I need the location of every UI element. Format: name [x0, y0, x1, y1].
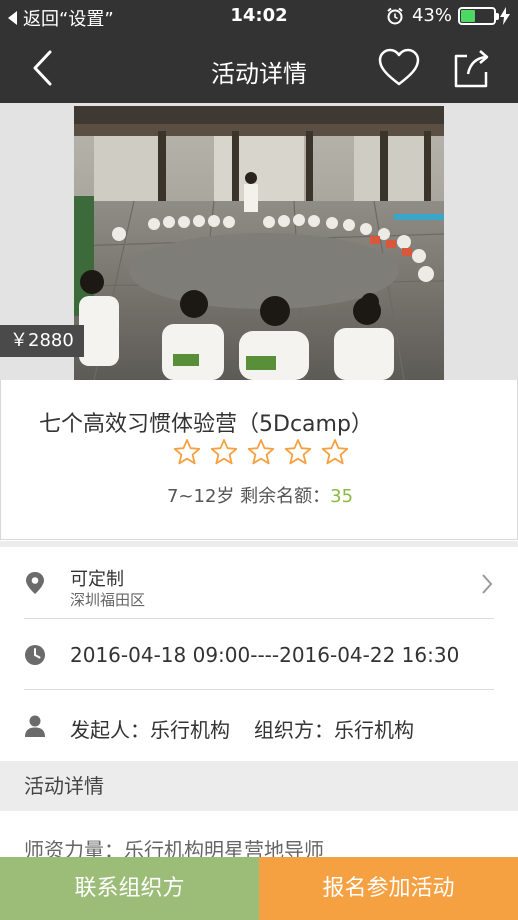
- person-icon: [25, 715, 45, 737]
- clock-icon: [25, 645, 45, 665]
- organizer-row: 发起人：乐行机构 组织方：乐行机构: [0, 690, 518, 761]
- chevron-right-icon: [482, 574, 493, 594]
- page-title: 活动详情: [211, 60, 307, 88]
- details-section-header: 活动详情: [0, 761, 518, 811]
- organizer-info: 发起人：乐行机构 组织方：乐行机构: [70, 714, 414, 743]
- organizer-label: 组织方：: [254, 718, 334, 742]
- star-icon: [210, 439, 238, 465]
- activity-title: 七个高效习惯体验营（5Dcamp）: [39, 412, 373, 437]
- signup-button[interactable]: 报名参加活动: [259, 857, 518, 920]
- status-bar: 返回“设置” 14:02 43%: [0, 0, 518, 34]
- battery-fill: [461, 9, 475, 22]
- heart-outline-icon[interactable]: [377, 46, 421, 90]
- star-icon: [284, 439, 312, 465]
- time-row: 2016-04-18 09:00----2016-04-22 16:30: [0, 619, 518, 690]
- star-icon: [247, 439, 275, 465]
- rating-stars: [173, 438, 358, 466]
- remaining-count: 35: [330, 486, 354, 507]
- organizer-name: 乐行机构: [334, 718, 414, 742]
- location-row[interactable]: 可定制 深圳福田区: [0, 547, 518, 619]
- nav-bar: 活动详情: [0, 34, 518, 103]
- initiator-name: 乐行机构: [150, 718, 230, 742]
- contact-organizer-button[interactable]: 联系组织方: [0, 857, 259, 920]
- battery-nub: [496, 12, 499, 20]
- status-right-group: 43%: [386, 5, 510, 26]
- age-and-quota: 7~12岁 剩余名额：35: [1, 482, 518, 508]
- activity-photo: [74, 106, 444, 380]
- price-tag: ￥2880: [0, 325, 84, 357]
- bolt-icon: [500, 6, 510, 25]
- location-title: 可定制: [70, 569, 124, 590]
- share-icon[interactable]: [452, 46, 492, 90]
- battery-icon: [458, 6, 499, 25]
- location-district: 深圳福田区: [70, 591, 146, 609]
- age-text: 7~12岁 剩余名额：: [166, 486, 331, 507]
- star-icon: [173, 439, 201, 465]
- star-icon: [321, 439, 349, 465]
- alarm-clock-icon: [387, 7, 403, 24]
- bottom-action-bar: 联系组织方 报名参加活动: [0, 857, 518, 920]
- battery-percent: 43%: [411, 5, 452, 26]
- hero-banner: ￥2880: [0, 103, 518, 380]
- initiator-label: 发起人：: [70, 718, 150, 742]
- top-bar: 返回“设置” 14:02 43% 活动详情: [0, 0, 518, 103]
- time-range: 2016-04-18 09:00----2016-04-22 16:30: [70, 643, 460, 667]
- activity-info-card: 七个高效习惯体验营（5Dcamp） 7~12岁 剩余名额：35: [0, 380, 518, 540]
- location-pin-icon: [26, 572, 44, 594]
